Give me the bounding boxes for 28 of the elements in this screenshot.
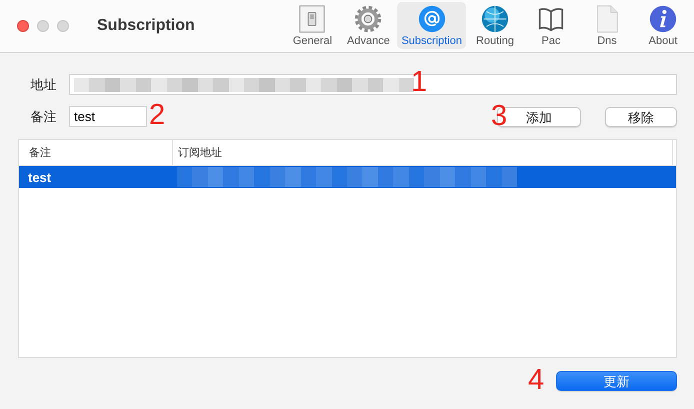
toolbar-tab[interactable]: About — [636, 2, 690, 49]
column-header[interactable]: 订阅地址 — [173, 140, 673, 165]
close-button[interactable] — [17, 20, 29, 32]
zoom-button[interactable] — [57, 20, 69, 32]
remark-field[interactable]: test — [69, 106, 147, 127]
toolbar-tab[interactable]: Pac — [524, 2, 578, 49]
toolbar-tab[interactable]: Subscription — [397, 2, 466, 49]
column-header[interactable]: 备注 — [19, 140, 173, 165]
table-row[interactable]: test — [19, 166, 676, 188]
toolbar-tab[interactable]: Routing — [468, 2, 522, 49]
switch-icon — [297, 4, 328, 34]
at-sign-icon — [416, 4, 447, 34]
gear-icon — [353, 4, 384, 34]
toolbar-tab[interactable]: General — [285, 2, 340, 49]
push-button[interactable]: 移除 — [605, 106, 677, 126]
table-cell-text: test — [27, 170, 52, 184]
info-icon — [648, 4, 678, 34]
annotation-number: 2 — [149, 101, 166, 130]
minimize-button[interactable] — [37, 20, 49, 32]
annotation-number: 1 — [411, 68, 428, 97]
globe-icon — [480, 4, 510, 34]
update-button[interactable]: 更新 — [556, 371, 677, 391]
annotation-number: 4 — [528, 366, 544, 395]
field-label: 备注 — [30, 108, 58, 126]
field-label: 地址 — [30, 76, 58, 94]
toolbar-tab[interactable]: Advance — [341, 2, 396, 49]
toolbar-tab[interactable]: Dns — [580, 2, 634, 49]
window-title: Subscription — [97, 17, 196, 35]
